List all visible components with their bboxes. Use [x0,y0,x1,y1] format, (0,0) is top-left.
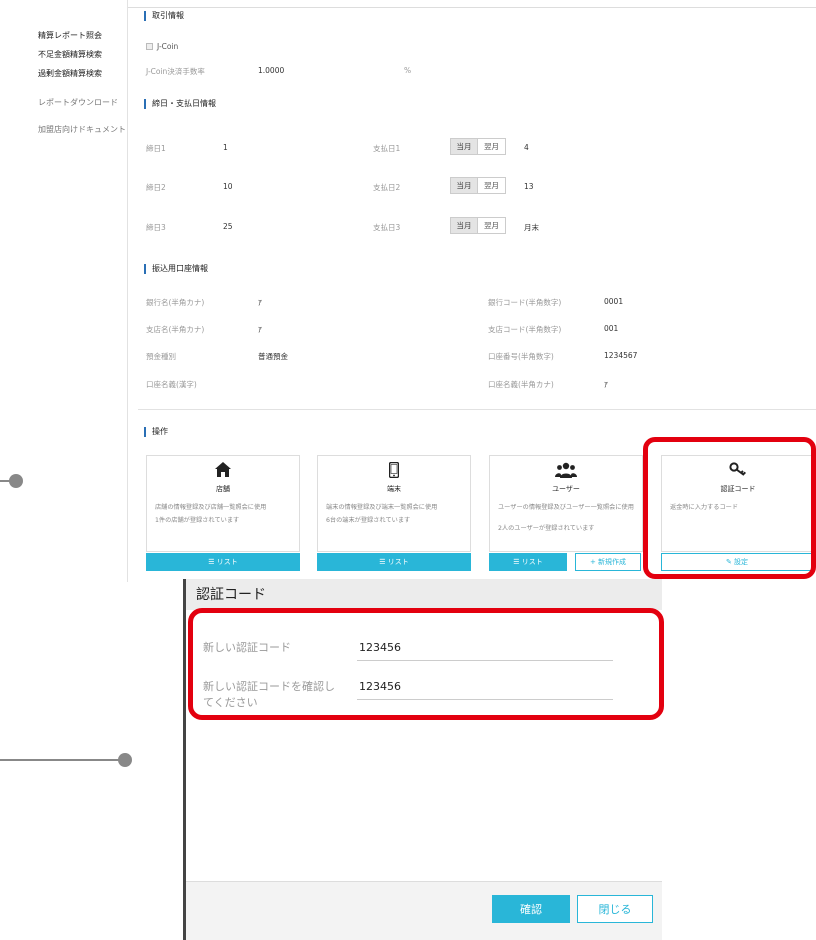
user-list-button[interactable]: ☰ リスト [489,553,567,571]
payment-month-toggle-3[interactable]: 当月 翌月 [450,217,506,234]
dialog-header: 認証コード [186,579,662,610]
bank-name-label: 銀行名(半角カナ) [146,298,205,307]
current-month-option[interactable]: 当月 [451,218,478,233]
dialog-title: 認証コード [196,587,266,603]
account-holder-kana-value: ｱ [604,380,608,389]
closing-day-3-value: 25 [223,222,233,231]
top-divider [128,0,816,8]
card-terminal: 端末 端末の情報登録及び端末一覧照会に使用 6台の端末が登録されています [317,455,471,552]
account-holder-kanji-label: 口座名義(漢字) [146,380,197,389]
sidebar-item-merchant-docs[interactable]: 加盟店向けドキュメント [38,124,130,135]
section-title-bank: 振込用口座情報 [144,264,208,274]
card-count: 1件の店舗が登録されています [155,517,240,524]
card-title: 端末 [387,485,401,493]
payment-day-2-label: 支払日2 [373,183,401,192]
bank-code-value: 0001 [604,297,624,306]
users-icon [490,462,642,482]
account-number-value: 1234567 [604,351,638,360]
card-title: ユーザー [552,485,580,493]
card-title: 店舗 [216,485,230,493]
sidebar: 精算レポート照会 不足金額精算検索 過剰金額精算検索 レポートダウンロード 加盟… [18,0,128,582]
card-description: ユーザーの情報登録及びユーザー一覧照会に使用 [498,504,634,511]
sidebar-item-excess-search[interactable]: 過剰金額精算検索 [38,68,130,79]
section-title-closing: 締日・支払日情報 [144,99,216,109]
highlight-code-fields [188,608,664,720]
sidebar-item-settlement-report[interactable]: 精算レポート照会 [38,30,130,41]
closing-day-2-label: 締日2 [146,183,166,192]
jcoin-label: J-Coin [157,42,179,51]
closing-day-2-value: 10 [223,182,233,191]
connector-dot [9,474,23,488]
payment-day-1-label: 支払日1 [373,144,401,153]
home-icon [147,462,299,481]
card-store: 店舗 店舗の情報登録及び店舗一覧照会に使用 1件の店舗が登録されています [146,455,300,552]
settings-screenshot: 精算レポート照会 不足金額精算検索 過剰金額精算検索 レポートダウンロード 加盟… [0,0,816,582]
payment-day-1-value: 4 [524,143,529,152]
sidebar-item-report-download[interactable]: レポートダウンロード [38,97,130,108]
branch-name-value: ｱ [258,325,262,334]
jcoin-checkbox[interactable] [146,43,153,50]
closing-day-3-label: 締日3 [146,223,166,232]
jcoin-rate-value: 1.0000 [258,66,285,75]
store-list-button[interactable]: ☰ リスト [146,553,300,571]
payment-day-2-value: 13 [524,182,534,191]
jcoin-rate-label: J-Coin決済手数率 [146,67,205,76]
account-type-value: 普通預金 [258,352,288,361]
account-holder-kana-label: 口座名義(半角カナ) [488,380,554,389]
account-number-label: 口座番号(半角数字) [488,352,554,361]
account-type-label: 預金種別 [146,352,176,361]
jcoin-rate-unit: % [404,66,412,75]
card-count: 6台の端末が登録されています [326,517,411,524]
confirm-button[interactable]: 確認 [492,895,570,923]
current-month-option[interactable]: 当月 [451,178,478,193]
connector-line [0,759,120,761]
payment-month-toggle-1[interactable]: 当月 翌月 [450,138,506,155]
card-description: 店舗の情報登録及び店舗一覧照会に使用 [155,504,267,511]
close-button[interactable]: 閉じる [577,895,653,923]
section-title-operations: 操作 [144,427,168,437]
payment-day-3-value: 月末 [524,223,539,232]
payment-month-toggle-2[interactable]: 当月 翌月 [450,177,506,194]
sidebar-item-shortage-search[interactable]: 不足金額精算検索 [38,49,130,60]
branch-code-label: 支店コード(半角数字) [488,325,562,334]
card-user: ユーザー ユーザーの情報登録及びユーザー一覧照会に使用 2人のユーザーが登録され… [489,455,643,552]
next-month-option[interactable]: 翌月 [478,139,505,154]
next-month-option[interactable]: 翌月 [478,218,505,233]
phone-icon [318,461,470,482]
bank-name-value: ｱ [258,298,262,307]
bank-code-label: 銀行コード(半角数字) [488,298,562,307]
user-create-button[interactable]: + 新規作成 [575,553,641,571]
section-title-trade-info: 取引情報 [144,11,184,21]
closing-day-1-value: 1 [223,143,228,152]
connector-dot [118,753,132,767]
closing-day-1-label: 締日1 [146,144,166,153]
highlight-auth-code-card [643,437,816,579]
card-description: 端末の情報登録及び端末一覧照会に使用 [326,504,438,511]
current-month-option[interactable]: 当月 [451,139,478,154]
branch-name-label: 支店名(半角カナ) [146,325,205,334]
terminal-list-button[interactable]: ☰ リスト [317,553,471,571]
section-divider [138,409,816,410]
next-month-option[interactable]: 翌月 [478,178,505,193]
branch-code-value: 001 [604,324,619,333]
payment-day-3-label: 支払日3 [373,223,401,232]
card-count: 2人のユーザーが登録されています [498,525,595,532]
